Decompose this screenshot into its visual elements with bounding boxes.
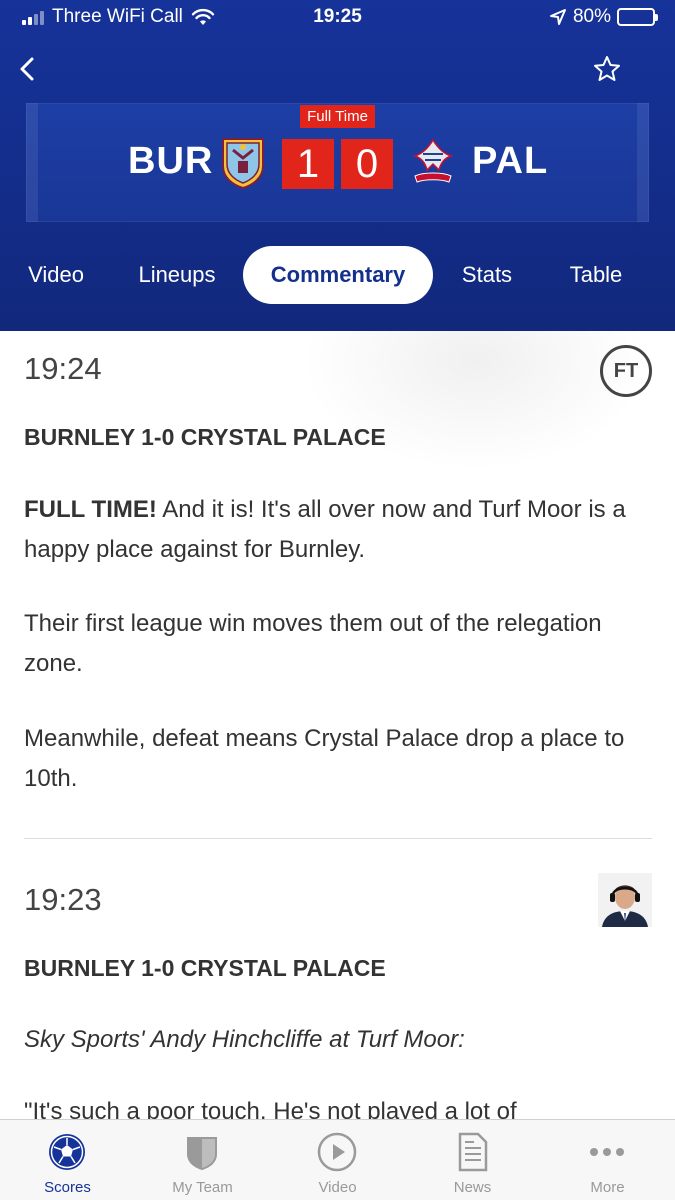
match-status-badge: Full Time xyxy=(300,105,375,128)
shield-icon xyxy=(187,1137,217,1170)
entry-time: 19:24 xyxy=(24,351,102,386)
entry-time: 19:23 xyxy=(24,882,102,917)
nav-label: More xyxy=(590,1179,625,1196)
bottom-tab-bar: Scores My Team Video News More xyxy=(0,1119,675,1200)
battery-icon xyxy=(617,8,658,26)
document-icon xyxy=(458,1132,488,1172)
nav-label: Scores xyxy=(44,1179,91,1196)
crystal-palace-crest-icon xyxy=(412,138,454,183)
tab-table[interactable]: Table xyxy=(561,246,631,304)
nav-label: News xyxy=(453,1179,492,1196)
full-time-icon: FT xyxy=(600,345,652,397)
status-bar: Three WiFi Call 19:25 80% xyxy=(0,0,675,36)
nav-more[interactable]: More xyxy=(540,1120,675,1200)
tab-stats[interactable]: Stats xyxy=(447,246,527,304)
home-score: 1 xyxy=(282,139,334,189)
entry-title: BURNLEY 1-0 CRYSTAL PALACE xyxy=(24,955,386,981)
match-tabs: Video Lineups Commentary Stats Table xyxy=(0,246,675,304)
tab-commentary[interactable]: Commentary xyxy=(243,246,433,304)
entry-title: BURNLEY 1-0 CRYSTAL PALACE xyxy=(24,424,386,450)
battery-percent: 80% xyxy=(572,6,611,27)
away-score: 0 xyxy=(341,139,393,189)
entry-divider xyxy=(24,838,652,839)
entry-paragraph: Sky Sports' Andy Hinchcliffe at Turf Moo… xyxy=(24,1020,654,1060)
entry-paragraph: "It's such a poor touch. He's not played… xyxy=(24,1098,517,1119)
nav-my-team[interactable]: My Team xyxy=(135,1120,270,1200)
nav-label: My Team xyxy=(172,1179,233,1196)
favourite-star-icon[interactable] xyxy=(592,54,622,84)
location-arrow-icon xyxy=(549,9,566,25)
back-button[interactable] xyxy=(14,54,42,84)
nav-video[interactable]: Video xyxy=(270,1120,405,1200)
entry-paragraph: FULL TIME! And it is! It's all over now … xyxy=(24,490,654,570)
away-team-code: PAL xyxy=(472,140,549,182)
entry-paragraph-emphasis: FULL TIME! xyxy=(24,496,157,523)
entry-paragraph: Meanwhile, defeat means Crystal Palace d… xyxy=(24,725,625,792)
home-team-code: BUR xyxy=(128,140,214,182)
entry-paragraph: Their first league win moves them out of… xyxy=(24,610,602,677)
entry-paragraph-italic: Sky Sports' Andy Hinchcliffe at Turf Moo… xyxy=(24,1026,465,1053)
commentary-feed[interactable]: 19:24 FT BURNLEY 1-0 CRYSTAL PALACE FULL… xyxy=(0,331,675,1119)
tab-video[interactable]: Video xyxy=(14,246,98,304)
nav-scores[interactable]: Scores xyxy=(0,1120,135,1200)
burnley-crest-icon xyxy=(222,138,264,190)
status-right: 80% xyxy=(549,6,658,28)
commentator-avatar xyxy=(598,873,652,927)
nav-news[interactable]: News xyxy=(405,1120,540,1200)
tab-lineups[interactable]: Lineups xyxy=(128,246,226,304)
play-icon xyxy=(317,1132,357,1172)
nav-label: Video xyxy=(318,1179,357,1196)
more-dots-icon xyxy=(590,1148,624,1156)
football-icon xyxy=(49,1134,85,1170)
match-header: Three WiFi Call 19:25 80% Full Time BUR xyxy=(0,0,675,331)
